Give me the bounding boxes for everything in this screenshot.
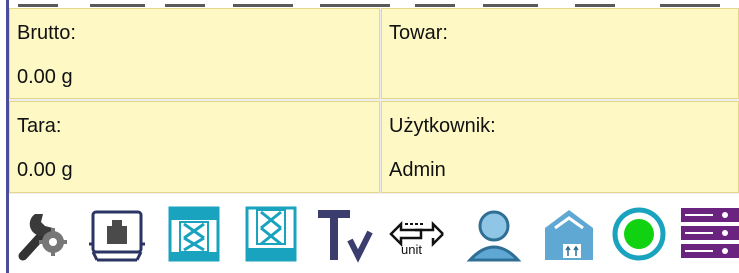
brutto-value: 0.00 g <box>17 66 73 88</box>
uzytkownik-cell: Użytkownik: Admin <box>381 101 739 193</box>
brutto-cell: Brutto: 0.00 g <box>9 8 380 99</box>
database-icon <box>681 208 739 258</box>
status-button[interactable] <box>609 204 669 264</box>
uzytkownik-value: Admin <box>389 159 446 181</box>
package-icon <box>545 210 593 260</box>
info-panel: Brutto: 0.00 g Towar: Tara: 0.00 g Użytk… <box>9 8 739 194</box>
status-indicator-icon <box>612 207 666 261</box>
database-button[interactable] <box>679 204 739 264</box>
unit-switch-button[interactable]: unit <box>387 204 447 264</box>
settings-tools-icon <box>18 214 67 261</box>
uzytkownik-label: Użytkownik: <box>389 115 496 137</box>
towar-cell: Towar: <box>381 8 739 99</box>
bottom-toolbar: unit <box>9 196 739 273</box>
settings-button[interactable] <box>13 204 73 264</box>
unit-text: unit <box>401 242 422 257</box>
tara-label: Tara: <box>17 115 62 137</box>
tare-value-icon <box>318 210 373 263</box>
unit-switch-icon: unit <box>389 220 444 257</box>
form-x-stack-icon <box>245 206 297 262</box>
tare-button[interactable] <box>87 204 147 264</box>
tara-cell: Tara: 0.00 g <box>9 101 380 193</box>
previous-toolbar-fragment <box>0 0 739 8</box>
user-icon <box>466 210 522 262</box>
user-button[interactable] <box>464 204 524 264</box>
tara-value: 0.00 g <box>17 159 73 181</box>
scale-tare-icon <box>89 210 145 262</box>
form-button[interactable] <box>164 204 224 264</box>
form-stack-button[interactable] <box>241 204 301 264</box>
form-x-icon <box>168 206 220 262</box>
brutto-label: Brutto: <box>17 22 76 44</box>
tare-value-button[interactable] <box>314 204 374 264</box>
package-button[interactable] <box>539 204 599 264</box>
towar-label: Towar: <box>389 22 448 44</box>
